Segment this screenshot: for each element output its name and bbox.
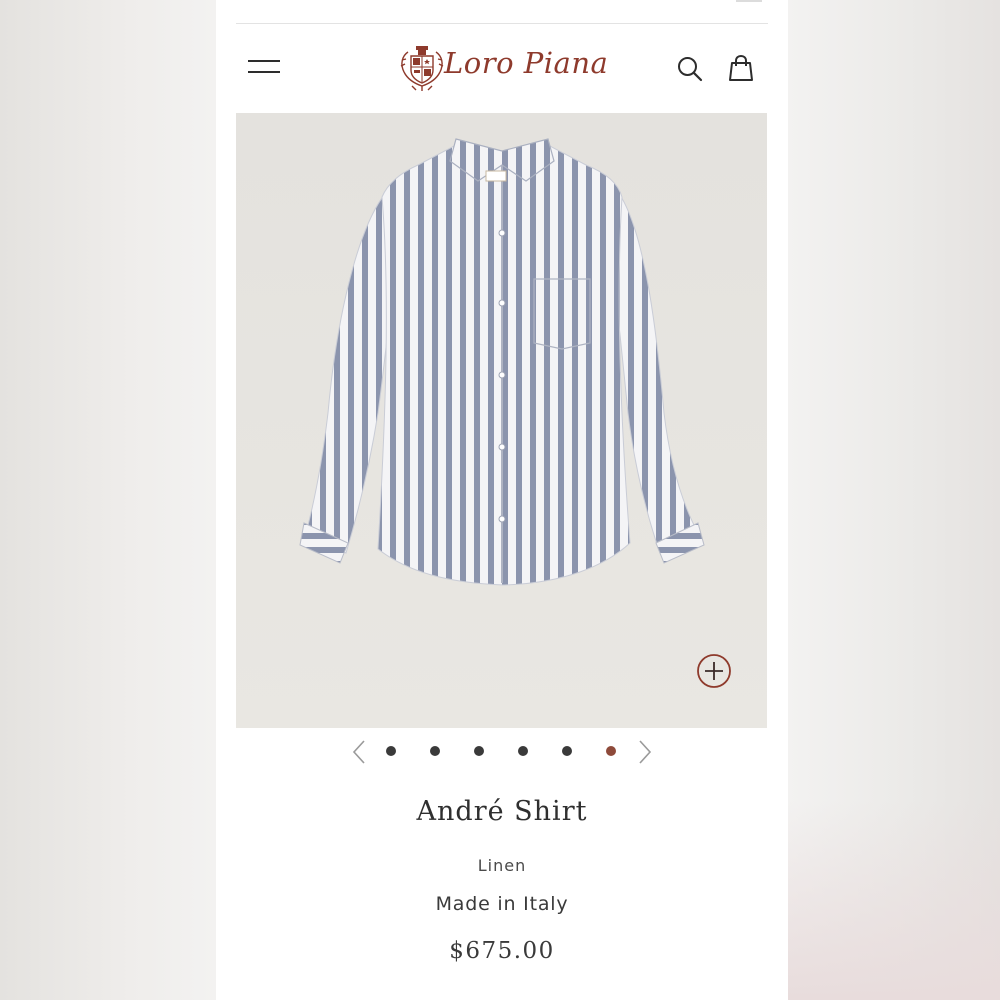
product-image[interactable] [236,113,767,728]
carousel-dot[interactable] [430,746,440,756]
product-price: $675.00 [449,938,555,964]
chevron-left-icon[interactable] [350,739,370,765]
product-title: André Shirt [416,796,588,827]
product-origin: Made in Italy [435,893,569,915]
carousel-dot[interactable] [386,746,396,756]
background-right [788,0,1000,1000]
site-header: Loro Piana [216,24,788,112]
status-indicator [736,0,762,2]
search-icon[interactable] [676,55,704,83]
shirt-illustration [236,113,767,728]
background-left [0,0,216,1000]
phone-screen: Loro Piana André Shirt Linen Made in Ita… [216,0,788,1000]
hamburger-menu-icon[interactable] [248,56,282,78]
crest-logo-icon [400,46,444,91]
brand-wordmark: Loro Piana [444,46,609,80]
zoom-plus-icon[interactable] [696,653,732,689]
brand-logo[interactable]: Loro Piana [398,42,608,94]
image-carousel-nav [216,735,788,767]
chevron-right-icon[interactable] [634,739,654,765]
carousel-dot[interactable] [518,746,528,756]
carousel-dot[interactable] [562,746,572,756]
product-material: Linen [477,856,527,875]
carousel-dot-active[interactable] [606,746,616,756]
carousel-dot[interactable] [474,746,484,756]
shopping-bag-icon[interactable] [727,54,755,82]
